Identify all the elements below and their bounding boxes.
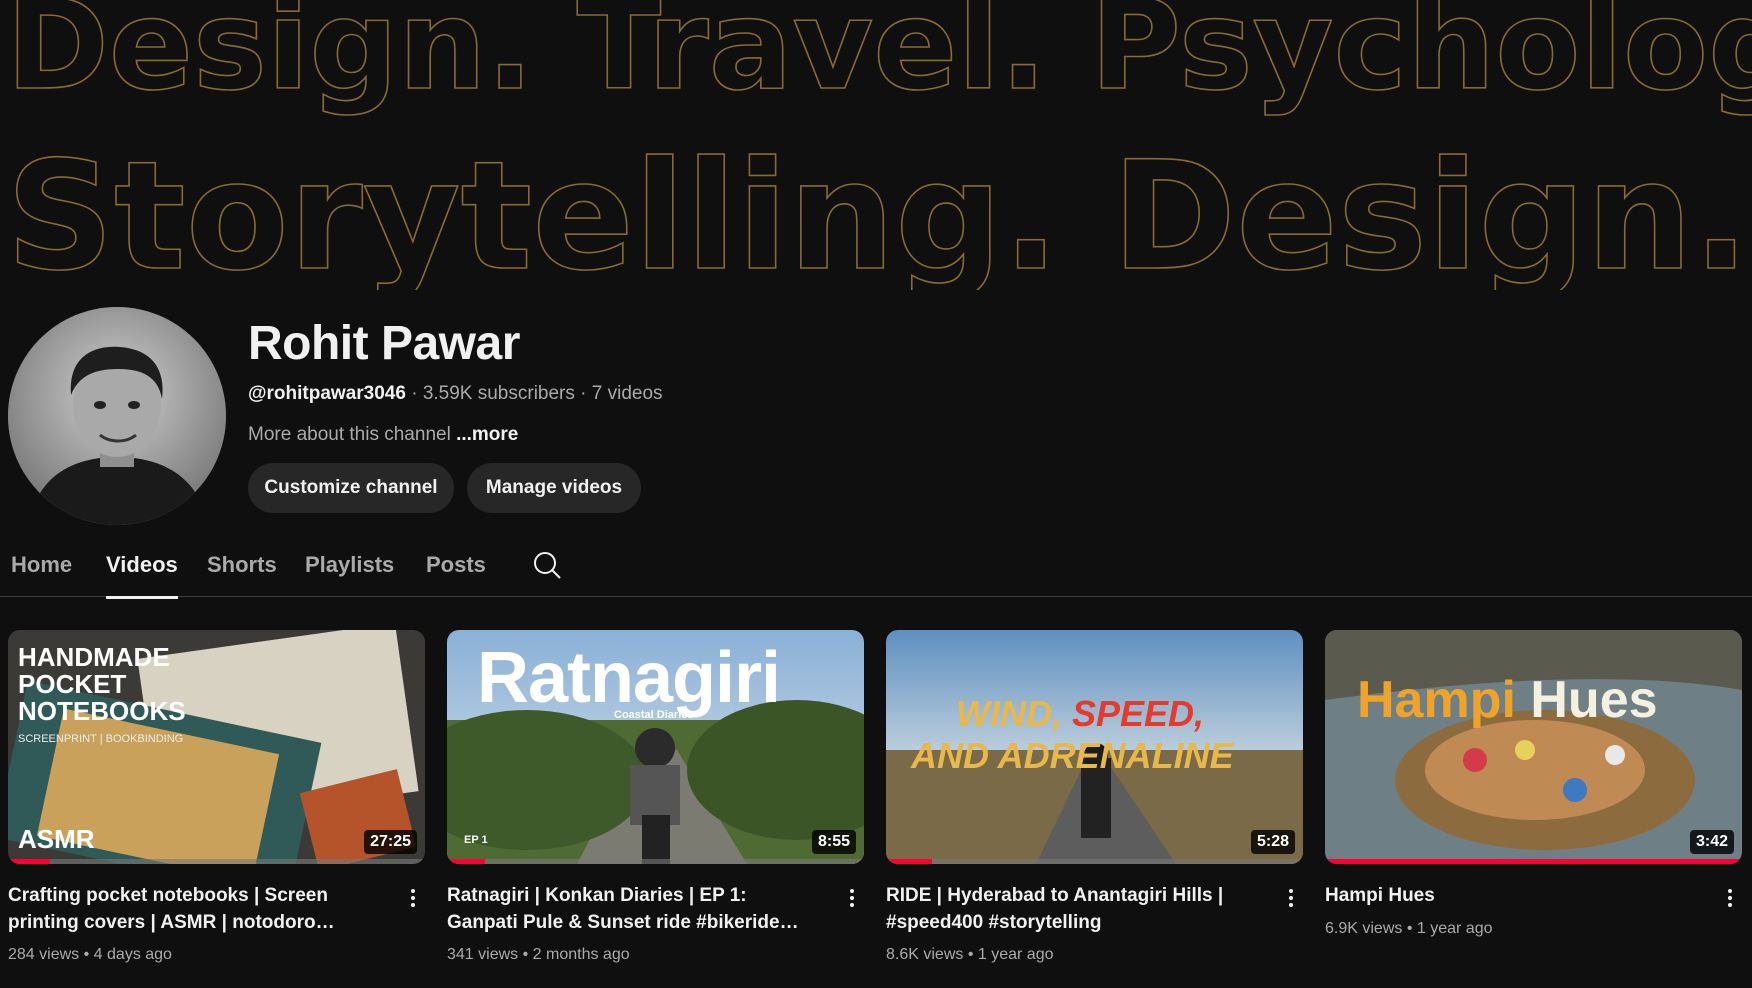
video-stats: 6.9K views • 1 year ago — [1325, 920, 1493, 937]
thumb-title-line: HANDMADE — [18, 642, 170, 672]
thumb-badge: EP 1 — [464, 834, 488, 846]
video-duration: 27:25 — [364, 830, 417, 854]
video-duration: 3:42 — [1689, 830, 1734, 854]
thumb-badge: ASMR — [18, 824, 95, 854]
channel-tabs: Home Videos Shorts Playlists Posts — [0, 540, 1752, 599]
video-thumbnail[interactable]: HANDMADE POCKET NOTEBOOKS SCREENPRINT | … — [8, 630, 425, 864]
video-card[interactable]: Ratnagiri Coastal Diaries EP 1 8:55 Ratn… — [447, 630, 864, 963]
watch-progress — [8, 859, 425, 864]
video-stats: 284 views • 4 days ago — [8, 946, 172, 963]
subscriber-count: 3.59K subscribers — [422, 383, 575, 404]
upload-age: 4 days ago — [93, 946, 172, 963]
thumb-title-line: NOTEBOOKS — [18, 696, 186, 726]
video-duration: 8:55 — [811, 830, 856, 854]
meta-separator: · — [411, 383, 418, 404]
video-title[interactable]: RIDE | Hyderabad to Anantagiri Hills | #… — [886, 882, 1256, 936]
video-thumbnail[interactable]: Ratnagiri Coastal Diaries EP 1 8:55 — [447, 630, 864, 864]
more-options-icon[interactable] — [1279, 886, 1303, 914]
thumb-title-word: WIND, — [956, 693, 1072, 734]
upload-age: 1 year ago — [1416, 920, 1493, 937]
upload-age: 1 year ago — [977, 946, 1054, 963]
about-text: More about this channel — [248, 424, 451, 445]
channel-meta: @rohitpawar3046 · 3.59K subscribers · 7 … — [248, 383, 663, 405]
thumb-title-line: POCKET — [18, 669, 127, 699]
search-icon[interactable] — [532, 550, 562, 580]
thumb-title: Ratnagiri — [477, 638, 781, 718]
customize-channel-button[interactable]: Customize channel — [248, 463, 454, 513]
channel-name: Rohit Pawar — [248, 317, 520, 370]
video-card[interactable]: HANDMADE POCKET NOTEBOOKS SCREENPRINT | … — [8, 630, 425, 963]
thumb-title-word: Hampi — [1357, 671, 1516, 729]
banner-line-1: Design. Travel. Psycholog — [6, 0, 1752, 118]
banner-line-2: Storytelling. Design. Trav — [6, 130, 1752, 290]
channel-about: More about this channel ...more — [248, 424, 518, 446]
tab-shorts[interactable]: Shorts — [207, 552, 277, 596]
channel-avatar[interactable] — [8, 307, 226, 525]
video-title[interactable]: Crafting pocket notebooks | Screen print… — [8, 882, 378, 936]
view-count: 284 views — [8, 946, 80, 963]
thumb-subtitle: Coastal Diaries — [614, 709, 694, 721]
video-thumbnail[interactable]: WIND, SPEED, AND ADRENALINE 5:28 — [886, 630, 1303, 864]
watch-progress — [1325, 859, 1742, 864]
thumb-title-line: AND ADRENALINE — [911, 735, 1234, 776]
more-options-icon[interactable] — [1718, 886, 1742, 914]
meta-separator: · — [580, 383, 587, 404]
more-link[interactable]: ...more — [456, 424, 518, 445]
more-options-icon[interactable] — [401, 886, 425, 914]
tab-posts[interactable]: Posts — [426, 552, 486, 596]
thumb-title-word: Hues — [1530, 671, 1658, 729]
video-count: 7 videos — [591, 383, 663, 404]
tab-home[interactable]: Home — [11, 552, 72, 596]
view-count: 8.6K views — [886, 946, 964, 963]
video-thumbnail[interactable]: Hampi Hues 3:42 — [1325, 630, 1742, 864]
tab-videos[interactable]: Videos — [106, 552, 178, 599]
manage-videos-button[interactable]: Manage videos — [467, 463, 641, 513]
video-title[interactable]: Hampi Hues — [1325, 882, 1695, 909]
watch-progress — [447, 859, 864, 864]
video-title[interactable]: Ratnagiri | Konkan Diaries | EP 1: Ganpa… — [447, 882, 817, 936]
upload-age: 2 months ago — [532, 946, 630, 963]
view-count: 341 views — [447, 946, 519, 963]
video-stats: 341 views • 2 months ago — [447, 946, 630, 963]
more-options-icon[interactable] — [840, 886, 864, 914]
view-count: 6.9K views — [1325, 920, 1403, 937]
channel-banner: Design. Travel. Psycholog Storytelling. … — [0, 0, 1752, 290]
video-card[interactable]: Hampi Hues 3:42 Hampi Hues 6.9K views • … — [1325, 630, 1742, 937]
video-stats: 8.6K views • 1 year ago — [886, 946, 1054, 963]
tab-playlists[interactable]: Playlists — [305, 552, 394, 596]
thumb-subtitle: SCREENPRINT | BOOKBINDING — [18, 733, 184, 745]
channel-handle: @rohitpawar3046 — [248, 383, 406, 404]
video-card[interactable]: WIND, SPEED, AND ADRENALINE 5:28 RIDE | … — [886, 630, 1303, 963]
watch-progress — [886, 859, 1303, 864]
video-duration: 5:28 — [1250, 830, 1295, 854]
thumb-title-word: SPEED, — [1071, 693, 1205, 734]
